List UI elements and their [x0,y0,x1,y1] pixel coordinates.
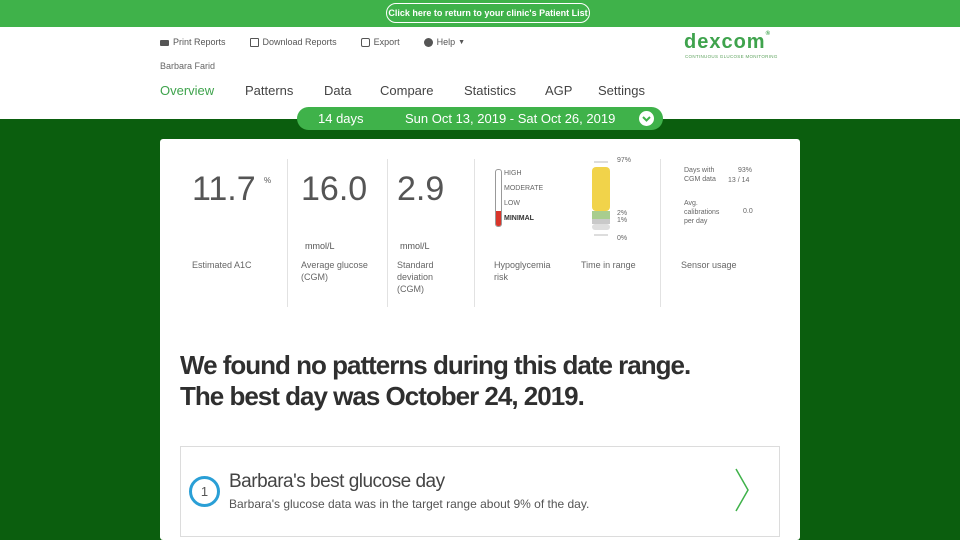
document-icon [249,37,259,47]
a1c-value: 11.7 [192,170,256,208]
date-range-text: Sun Oct 13, 2019 - Sat Oct 26, 2019 [405,111,616,126]
time-in-range-label: Time in range [581,260,636,270]
download-reports-label: Download Reports [262,37,337,47]
tab-settings[interactable]: Settings [598,83,645,98]
best-day-title: Barbara's best glucose day [229,471,445,492]
calibrations-label: Avg. calibrations per day [684,200,720,225]
hypo-risk-label: Hypoglycemia risk [494,260,551,282]
tab-agp[interactable]: AGP [545,83,598,98]
best-day-number: 1 [189,476,220,507]
help-menu[interactable]: Help ▼ [423,37,466,47]
best-day-card[interactable]: 1 Barbara's best glucose day Barbara's g… [180,446,780,537]
header: Print Reports Download Reports Export He… [0,27,960,119]
print-reports-label: Print Reports [173,37,226,47]
overview-card: 11.7 % Estimated A1C 16.0 mmol/L Average… [160,139,800,540]
tab-patterns[interactable]: Patterns [245,83,324,98]
divider [387,159,388,307]
risk-level-high: HIGH [504,170,522,177]
divider [660,159,661,307]
a1c-percent-sign: % [264,176,272,185]
caret-down-icon: ▼ [458,38,466,46]
tir-low-pct: 1% [617,217,628,224]
return-to-patient-list-button[interactable]: Click here to return to your clinic's Pa… [386,3,590,23]
date-range-days: 14 days [318,111,364,126]
a1c-label: Estimated A1C [192,260,252,270]
headline-line-1: We found no patterns during this date ra… [180,350,691,380]
risk-level-minimal: MINIMAL [504,215,534,222]
std-dev-label: Standard deviation (CGM) [397,260,434,294]
chevron-right-icon[interactable] [734,467,750,513]
sensor-usage-label: Sensor usage [681,260,737,270]
tir-high-segment [592,167,610,211]
main-nav: Overview Patterns Data Compare Statistic… [160,83,645,98]
logo-tagline: CONTINUOUS GLUCOSE MONITORING [685,54,778,59]
export-label: Export [373,37,400,47]
average-glucose-unit: mmol/L [305,241,335,251]
divider [474,159,475,307]
print-reports-button[interactable]: Print Reports [160,37,226,47]
tir-high-pct: 97% [617,157,632,164]
top-banner: Click here to return to your clinic's Pa… [0,0,960,27]
dexcom-logo: dexcom® [684,31,772,53]
download-reports-button[interactable]: Download Reports [249,37,337,47]
help-icon [423,37,433,47]
patterns-headline: We found no patterns during this date ra… [180,350,790,412]
headline-line-2: The best day was October 24, 2019. [180,381,585,411]
average-glucose-value: 16.0 [301,170,368,208]
tir-in-range-segment [592,211,610,219]
tab-data[interactable]: Data [324,83,380,98]
calibrations-value: 0.0 [743,208,753,215]
risk-level-moderate: MODERATE [504,185,544,192]
std-dev-value: 2.9 [397,170,445,208]
export-button[interactable]: Export [360,37,400,47]
tir-very-low-segment [592,224,610,230]
tir-in-range-pct: 2% [617,210,628,217]
tir-very-low-pct: 0% [617,235,628,242]
sensor-days-count: 13 / 14 [728,177,750,184]
tir-low-segment [592,219,610,224]
best-day-description: Barbara's glucose data was in the target… [229,497,590,511]
printer-icon [160,40,169,46]
divider [287,159,288,307]
tab-overview[interactable]: Overview [160,83,245,98]
patient-name: Barbara Farid [160,61,216,71]
export-icon [360,37,370,47]
sensor-days-pct: 93% [738,167,753,174]
hypo-risk-gauge [495,169,502,227]
hypo-risk-fill [496,211,501,226]
risk-level-low: LOW [504,200,520,207]
average-glucose-label: Average glucose (CGM) [301,260,368,282]
time-in-range-bar [592,161,610,236]
chevron-down-icon[interactable] [639,111,654,126]
tab-compare[interactable]: Compare [380,83,464,98]
toolbar: Print Reports Download Reports Export He… [160,37,489,47]
date-range-selector[interactable]: 14 days Sun Oct 13, 2019 - Sat Oct 26, 2… [297,107,663,130]
std-dev-unit: mmol/L [400,241,430,251]
tab-statistics[interactable]: Statistics [464,83,545,98]
help-label: Help [436,37,456,47]
sensor-days-label: Days with CGM data [684,167,716,183]
